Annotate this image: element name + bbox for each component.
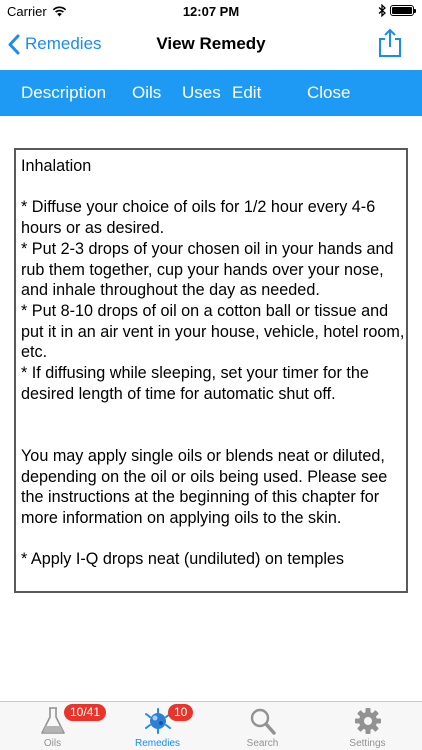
tab-uses[interactable]: Uses — [182, 70, 221, 116]
remedy-tab-strip: Description Oils Uses Edit Close — [0, 70, 422, 116]
oils-badge: 10/41 — [64, 704, 107, 721]
share-button[interactable] — [378, 28, 402, 58]
bluetooth-icon — [378, 4, 386, 17]
tab-close[interactable]: Close — [307, 70, 350, 116]
navigation-bar: Remedies View Remedy — [0, 22, 422, 66]
remedy-text: Inhalation * Diffuse your choice of oils… — [21, 157, 405, 569]
back-button-label: Remedies — [25, 34, 102, 53]
tab-oils[interactable]: Oils — [132, 70, 161, 116]
remedy-text-view[interactable]: Inhalation * Diffuse your choice of oils… — [14, 148, 408, 593]
flask-icon — [40, 707, 65, 734]
tab-bar-oils[interactable]: 10/41 Oils — [0, 702, 107, 750]
gear-icon — [354, 708, 381, 734]
status-time: 12:07 PM — [182, 4, 240, 19]
share-icon — [379, 28, 401, 57]
tab-bar-remedies-label: Remedies — [134, 738, 181, 749]
tab-bar-remedies[interactable]: 10 Remedies — [105, 702, 210, 750]
battery-level — [392, 7, 412, 14]
search-icon — [250, 708, 276, 735]
battery-icon — [390, 5, 414, 16]
tab-bar-settings-label: Settings — [349, 738, 386, 749]
status-bar: Carrier 12:07 PM — [0, 0, 422, 22]
back-button[interactable]: Remedies — [8, 22, 102, 66]
tab-edit[interactable]: Edit — [232, 70, 261, 116]
tab-bar-oils-label: Oils — [43, 738, 62, 749]
tab-bar-settings[interactable]: Settings — [315, 702, 420, 750]
chevron-left-icon — [8, 34, 20, 54]
bottom-tab-bar: 10/41 Oils 10 Remedies Search Settings — [0, 701, 422, 750]
tab-bar-search[interactable]: Search — [210, 702, 315, 750]
status-right — [378, 4, 416, 17]
battery-tip — [414, 8, 416, 13]
remedies-badge: 10 — [168, 704, 194, 721]
tab-bar-search-label: Search — [246, 738, 279, 749]
tab-description[interactable]: Description — [21, 70, 106, 116]
